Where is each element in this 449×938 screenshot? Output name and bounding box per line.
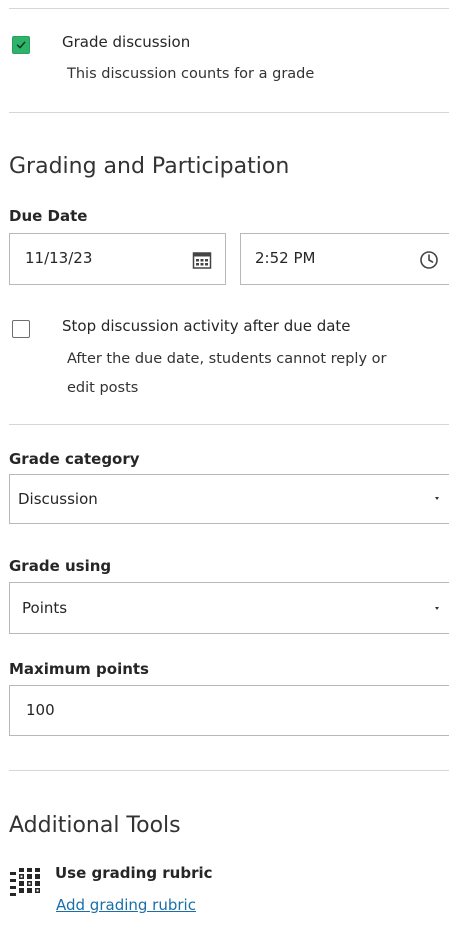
grade-discussion-description: This discussion counts for a grade bbox=[67, 66, 315, 82]
maximum-points-label: Maximum points bbox=[9, 660, 149, 678]
top-divider bbox=[9, 8, 449, 9]
stop-activity-description-line2: edit posts bbox=[67, 380, 139, 396]
calendar-icon[interactable] bbox=[192, 251, 212, 269]
stop-activity-description-line1: After the due date, students cannot repl… bbox=[67, 351, 387, 367]
grade-discussion-label: Grade discussion bbox=[62, 33, 191, 51]
grade-category-value: Discussion bbox=[18, 490, 98, 508]
grade-discussion-checkbox[interactable] bbox=[12, 36, 30, 54]
due-date-label: Due Date bbox=[9, 207, 88, 225]
additional-tools-title: Additional Tools bbox=[9, 813, 181, 838]
grading-section-title: Grading and Participation bbox=[9, 154, 290, 179]
maximum-points-value: 100 bbox=[26, 701, 55, 719]
section-divider-3 bbox=[9, 770, 449, 771]
grade-category-label: Grade category bbox=[9, 450, 140, 468]
due-time-input[interactable]: 2:52 PM bbox=[240, 233, 449, 285]
chevron-down-icon bbox=[435, 497, 439, 500]
add-grading-rubric-link[interactable]: Add grading rubric bbox=[56, 896, 196, 914]
rubric-label: Use grading rubric bbox=[55, 864, 213, 882]
grade-using-value: Points bbox=[22, 599, 68, 617]
section-divider-2 bbox=[9, 424, 449, 425]
grade-using-label: Grade using bbox=[9, 557, 112, 575]
section-divider-1 bbox=[9, 112, 449, 113]
checkmark-icon bbox=[16, 41, 26, 49]
grade-using-select[interactable]: Points bbox=[9, 582, 449, 634]
chevron-down-icon bbox=[435, 607, 439, 610]
maximum-points-input[interactable]: 100 bbox=[9, 685, 449, 736]
rubric-grid-icon bbox=[10, 868, 40, 896]
grade-category-select[interactable]: Discussion bbox=[9, 474, 449, 524]
clock-icon[interactable] bbox=[419, 250, 439, 270]
due-time-value: 2:52 PM bbox=[255, 249, 316, 267]
stop-activity-label: Stop discussion activity after due date bbox=[62, 317, 351, 335]
stop-activity-checkbox[interactable] bbox=[12, 320, 30, 338]
due-date-input[interactable]: 11/13/23 bbox=[9, 233, 226, 285]
due-date-value: 11/13/23 bbox=[25, 249, 93, 267]
